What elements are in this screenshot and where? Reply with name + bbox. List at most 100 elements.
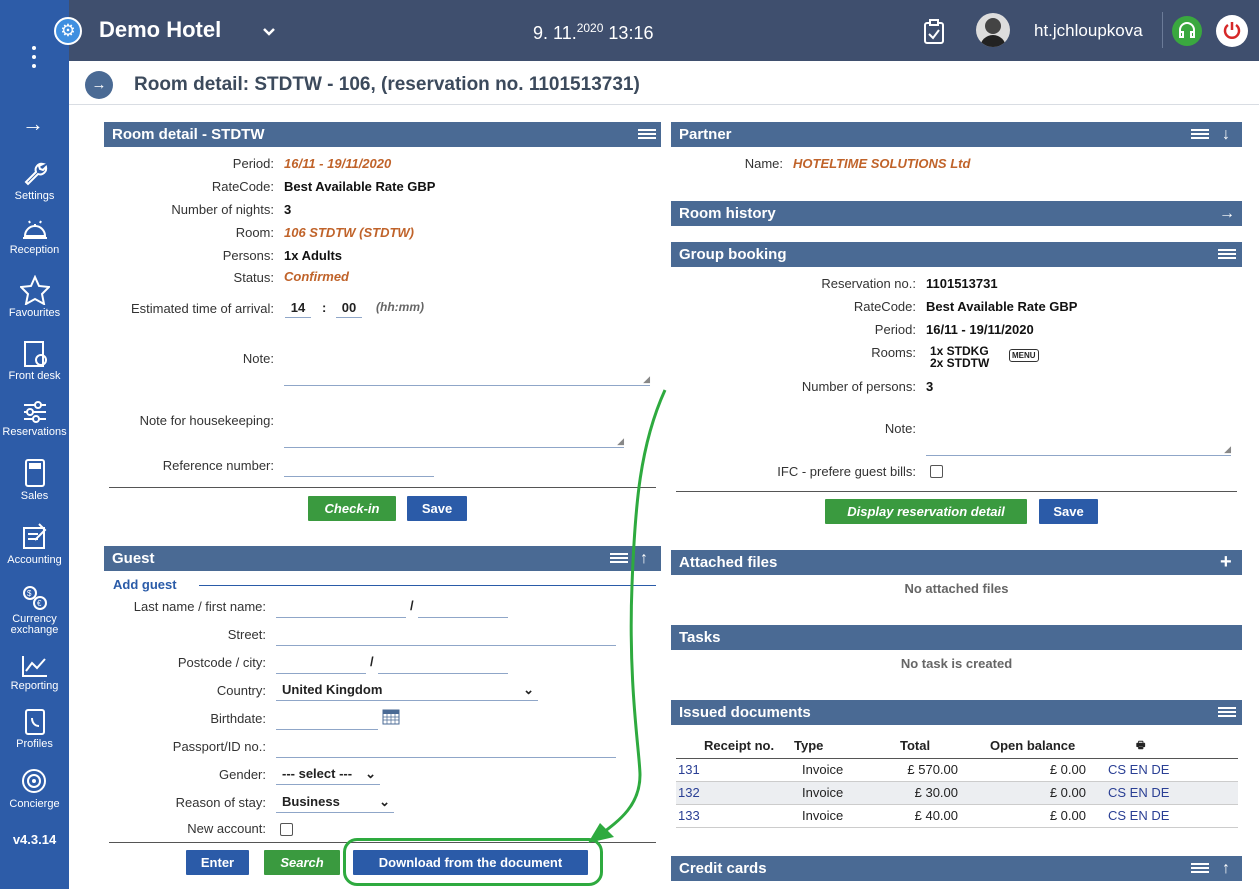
language-links[interactable]: CS EN DE: [1108, 785, 1169, 800]
sidebar-item-profiles[interactable]: Profiles: [0, 708, 69, 750]
printer-icon[interactable]: 🖶: [1136, 740, 1145, 751]
eta-hours-input[interactable]: 14: [285, 300, 311, 318]
sidebar-item-front-desk[interactable]: Front desk: [0, 338, 69, 382]
room-label: Room:: [235, 225, 274, 240]
download-from-document-button[interactable]: Download from the document: [353, 850, 588, 875]
sidebar-item-reservations[interactable]: Reservations: [0, 400, 69, 438]
total-cell: £ 570.00: [862, 758, 958, 782]
resize-handle-icon[interactable]: ◢: [1224, 444, 1231, 455]
headset-icon[interactable]: [1172, 16, 1202, 46]
group-note-textarea[interactable]: ◢: [926, 416, 1231, 456]
group-save-button[interactable]: Save: [1039, 499, 1098, 524]
divider: [109, 487, 656, 488]
city-input[interactable]: [378, 656, 508, 674]
sidebar-item-settings[interactable]: Settings: [0, 160, 69, 202]
sidebar-item-label: Favourites: [8, 307, 61, 319]
partner-name-value[interactable]: HOTELTIME SOLUTIONS Ltd: [793, 156, 970, 171]
line-chart-icon: [21, 656, 47, 677]
sliders-icon: [23, 401, 46, 423]
language-links[interactable]: CS EN DE: [1108, 808, 1169, 823]
receipt-link[interactable]: 131: [678, 762, 700, 777]
housekeeping-note-textarea[interactable]: ◢: [284, 408, 624, 448]
street-input[interactable]: [276, 628, 616, 646]
target-icon: [21, 769, 46, 793]
arrow-right-icon[interactable]: →: [1219, 201, 1235, 226]
table-row: 133 Invoice £ 40.00 £ 0.00 CS EN DE: [676, 804, 1238, 828]
group-period-label: Period:: [874, 322, 916, 337]
hotel-name[interactable]: Demo Hotel: [99, 17, 221, 43]
nights-label: Number of nights:: [171, 202, 274, 217]
room-save-button[interactable]: Save: [407, 496, 467, 521]
arrow-down-icon[interactable]: ↓: [1222, 122, 1230, 147]
hamburger-menu-icon[interactable]: [1191, 127, 1209, 142]
birthdate-label: Birthdate:: [210, 711, 266, 726]
calendar-icon[interactable]: [382, 709, 400, 725]
title-bar: → Room detail: STDTW - 106, (reservation…: [69, 61, 1259, 105]
more-menu-icon[interactable]: [32, 46, 36, 68]
receipt-link[interactable]: 133: [678, 808, 700, 823]
ifc-checkbox[interactable]: [930, 465, 943, 478]
hamburger-menu-icon[interactable]: [638, 127, 656, 142]
resize-handle-icon[interactable]: ◢: [643, 374, 650, 385]
arrow-up-icon[interactable]: ↑: [1222, 856, 1230, 881]
type-cell: Invoice: [776, 804, 862, 828]
username[interactable]: ht.jchloupkova: [1034, 21, 1143, 41]
housekeeping-note-label: Note for housekeeping:: [139, 413, 274, 428]
tasks-empty: No task is created: [900, 656, 1013, 671]
attached-files-empty: No attached files: [904, 581, 1009, 596]
calculator-icon: [24, 459, 45, 487]
sidebar-item-currency-exchange[interactable]: $ € Currency exchange: [0, 584, 69, 636]
eta-minutes-input[interactable]: 00: [336, 300, 362, 318]
rooms-menu-button[interactable]: MENU: [1009, 349, 1039, 362]
hamburger-menu-icon[interactable]: [1218, 247, 1236, 262]
expand-arrow-icon[interactable]: →: [22, 111, 44, 137]
table-row: 131 Invoice £ 570.00 £ 0.00 CS EN DE: [676, 758, 1238, 782]
chevron-down-icon[interactable]: [262, 27, 276, 37]
sidebar-item-sales[interactable]: Sales: [0, 458, 69, 502]
back-arrow-icon[interactable]: →: [85, 71, 113, 99]
phone-book-icon: [24, 709, 45, 735]
postcode-input[interactable]: [276, 656, 366, 674]
gear-icon[interactable]: ⚙: [54, 17, 82, 45]
add-guest-link[interactable]: Add guest: [113, 577, 177, 592]
group-note-label: Note:: [884, 421, 916, 436]
country-value: United Kingdom: [282, 682, 383, 697]
balance-cell: £ 0.00: [958, 758, 1108, 782]
room-history-header[interactable]: Room history →: [671, 201, 1242, 226]
language-links[interactable]: CS EN DE: [1108, 762, 1169, 777]
year: 2020: [576, 21, 604, 35]
display-reservation-detail-button[interactable]: Display reservation detail: [825, 499, 1027, 524]
note-label: Note:: [242, 351, 274, 366]
birthdate-input[interactable]: [276, 712, 378, 730]
note-textarea[interactable]: ◢: [284, 346, 650, 386]
sidebar-item-favourites[interactable]: Favourites: [0, 275, 69, 319]
reason-select[interactable]: Business ⌄: [276, 794, 394, 813]
room-value[interactable]: 106 STDTW (STDTW): [284, 225, 414, 240]
sidebar-item-accounting[interactable]: Accounting: [0, 522, 69, 566]
enter-button[interactable]: Enter: [186, 850, 249, 875]
panel-title: Issued documents: [679, 704, 811, 721]
passport-input[interactable]: [276, 740, 616, 758]
power-icon[interactable]: [1216, 15, 1248, 47]
reference-number-input[interactable]: [284, 459, 434, 477]
plus-icon[interactable]: +: [1220, 550, 1232, 575]
table-header-row: Receipt no. Type Total Open balance 🖶: [676, 734, 1238, 759]
country-select[interactable]: United Kingdom ⌄: [276, 682, 538, 701]
receipt-link[interactable]: 132: [678, 785, 700, 800]
firstname-input[interactable]: [418, 600, 508, 618]
hamburger-menu-icon[interactable]: [1191, 861, 1209, 876]
hamburger-menu-icon[interactable]: [1218, 705, 1236, 720]
guest-header: Guest ↑: [104, 546, 661, 571]
clipboard-check-icon[interactable]: [923, 19, 945, 45]
sidebar-item-reception[interactable]: Reception: [0, 218, 69, 256]
lastname-input[interactable]: [276, 600, 406, 618]
sidebar-item-reporting[interactable]: Reporting: [0, 654, 69, 692]
gender-select[interactable]: --- select --- ⌄: [276, 766, 380, 785]
avatar[interactable]: [976, 13, 1010, 47]
col-print: 🖶: [1108, 734, 1238, 759]
new-account-checkbox[interactable]: [280, 823, 293, 836]
divider: [1162, 12, 1163, 48]
check-in-button[interactable]: Check-in: [308, 496, 396, 521]
search-button[interactable]: Search: [264, 850, 340, 875]
sidebar-item-concierge[interactable]: Concierge: [0, 766, 69, 810]
